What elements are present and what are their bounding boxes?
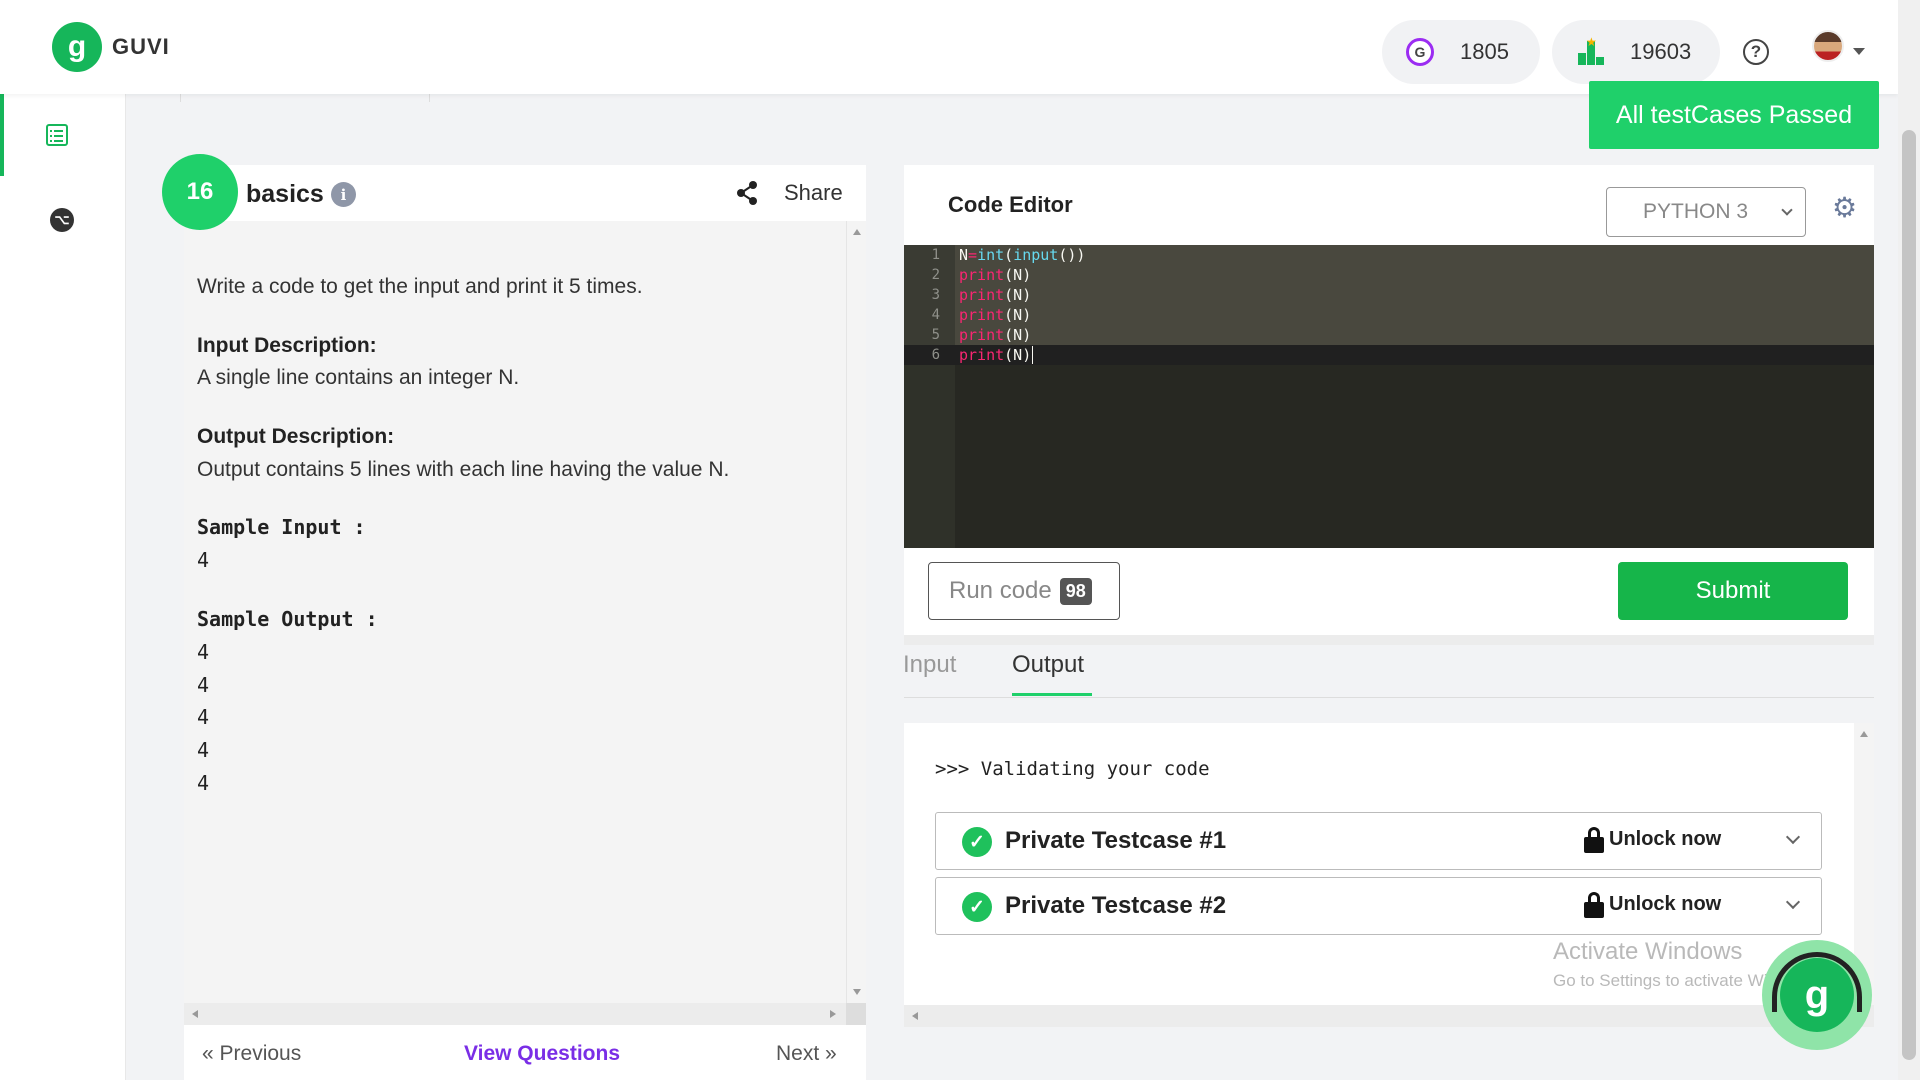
unlock-now-link[interactable]: Unlock now	[1609, 893, 1721, 916]
list-icon[interactable]	[46, 124, 68, 146]
github-icon[interactable]: ⌥	[50, 208, 74, 232]
language-select-value: PYTHON 3	[1643, 200, 1749, 223]
active-tab-indicator	[1012, 693, 1092, 696]
top-bar: g GUVI G 1805 ★ 19603 ?	[0, 0, 1898, 94]
chevron-down-icon[interactable]	[1785, 894, 1801, 910]
success-toast: All testCases Passed	[1589, 81, 1879, 149]
question-hscrollbar[interactable]	[184, 1003, 866, 1025]
code-line-2: print(N)	[959, 266, 1032, 284]
line-number: 5	[931, 327, 940, 343]
question-number-badge: 16	[162, 154, 238, 230]
lock-icon	[1584, 827, 1604, 853]
testcase-row[interactable]: ✓ Private Testcase #2 Unlock now	[935, 877, 1822, 935]
output-hscrollbar[interactable]	[904, 1005, 1874, 1027]
tab-input[interactable]: Input	[903, 651, 956, 679]
sample-output-line: 4	[197, 673, 210, 697]
code-editor-title: Code Editor	[948, 192, 1073, 217]
coins-count: 1805	[1460, 39, 1509, 64]
activate-windows-title: Activate Windows	[1553, 938, 1743, 965]
share-label: Share	[784, 180, 843, 205]
line-number: 1	[931, 247, 940, 263]
sample-output-heading: Sample Output :	[197, 607, 378, 631]
check-icon: ✓	[962, 892, 992, 922]
coin-icon: G	[1406, 38, 1434, 66]
view-questions-link[interactable]: View Questions	[464, 1042, 620, 1066]
unlock-now-link[interactable]: Unlock now	[1609, 828, 1721, 851]
line-number: 6	[931, 347, 940, 363]
sample-input-line: 4	[197, 548, 210, 572]
help-icon[interactable]: ?	[1743, 39, 1769, 65]
check-icon: ✓	[962, 827, 992, 857]
previous-link[interactable]: « Previous	[202, 1042, 301, 1066]
rank-badge[interactable]: ★ 19603	[1552, 20, 1720, 84]
output-description-heading: Output Description:	[197, 425, 395, 448]
code-line-3: print(N)	[959, 286, 1032, 304]
guvi-logo-text: GUVI	[112, 34, 170, 59]
lock-icon	[1584, 892, 1604, 918]
run-code-label: Run code	[949, 577, 1052, 604]
run-count-badge: 98	[1059, 577, 1092, 605]
language-select[interactable]: PYTHON 3	[1606, 187, 1806, 237]
code-line-5: print(N)	[959, 326, 1032, 344]
validating-text: >>> Validating your code	[935, 758, 1210, 780]
leaderboard-icon: ★	[1578, 35, 1604, 65]
guvi-logo[interactable]: g GUVI	[52, 22, 170, 72]
testcase-label: Private Testcase #1	[1005, 827, 1227, 854]
rank-count: 19603	[1630, 39, 1692, 64]
input-description-text: A single line contains an integer N.	[197, 366, 520, 389]
run-code-button[interactable]: Run code 98	[928, 562, 1120, 620]
chevron-down-icon[interactable]	[1785, 829, 1801, 845]
share-icon	[737, 181, 757, 205]
chevron-down-icon[interactable]	[1853, 48, 1865, 55]
testcase-label: Private Testcase #2	[1005, 892, 1227, 919]
sample-output-line: 4	[197, 771, 210, 795]
code-line-1: N=int(input())	[959, 246, 1086, 264]
sample-output-line: 4	[197, 640, 210, 664]
left-sidebar: ⌥	[0, 86, 126, 1080]
code-line-6: print(N)	[959, 346, 1034, 364]
avatar[interactable]	[1812, 30, 1844, 62]
guvi-logo-icon: g	[52, 22, 102, 72]
chevron-down-icon	[1781, 204, 1793, 216]
line-number: 4	[931, 307, 940, 323]
share-button[interactable]: Share	[736, 180, 843, 206]
next-link[interactable]: Next »	[776, 1042, 837, 1066]
window-scrollbar[interactable]	[1898, 0, 1920, 1080]
problem-statement: Write a code to get the input and print …	[197, 275, 643, 298]
sidebar-active-indicator	[0, 86, 4, 176]
current-line-highlight	[904, 345, 1874, 365]
hidden-tab-strip	[180, 94, 430, 102]
coins-badge[interactable]: G 1805	[1382, 20, 1540, 84]
gear-icon[interactable]: ⚙	[1832, 194, 1857, 222]
question-scrollbar[interactable]	[846, 221, 866, 1003]
testcase-row[interactable]: ✓ Private Testcase #1 Unlock now	[935, 812, 1822, 870]
sample-output-line: 4	[197, 705, 210, 729]
tab-output[interactable]: Output	[1012, 651, 1084, 679]
info-icon[interactable]: i	[331, 182, 356, 207]
output-description-text: Output contains 5 lines with each line h…	[197, 458, 730, 481]
sample-input-heading: Sample Input :	[197, 515, 366, 539]
guvi-support-icon: g	[1780, 958, 1854, 1032]
sample-output-line: 4	[197, 738, 210, 762]
line-number: 2	[931, 267, 940, 283]
input-description-heading: Input Description:	[197, 334, 377, 357]
submit-button[interactable]: Submit	[1618, 562, 1848, 620]
question-title: basics	[246, 180, 324, 208]
support-chat-button[interactable]: g	[1762, 940, 1872, 1050]
code-line-4: print(N)	[959, 306, 1032, 324]
line-number: 3	[931, 287, 940, 303]
